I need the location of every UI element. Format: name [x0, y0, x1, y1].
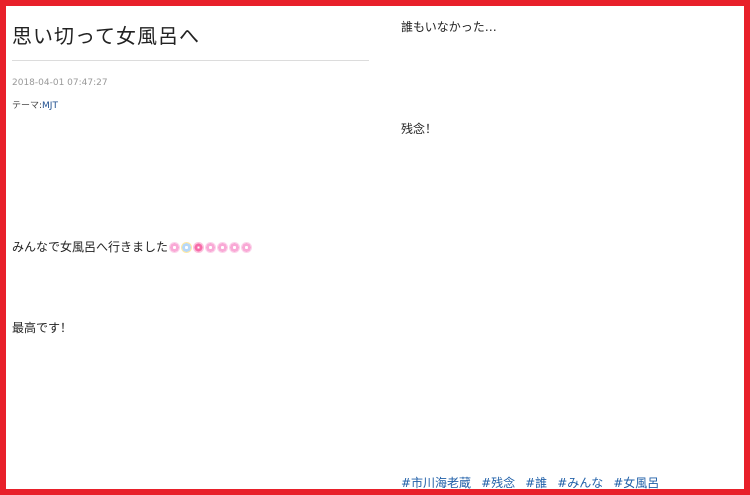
post-body-line-1: みんなで女風呂へ行きました	[12, 238, 253, 255]
post-date: 2018-04-01 07:47:27	[12, 78, 108, 88]
sparkle-emoji-icon	[181, 242, 193, 253]
hashtag-link[interactable]: #女風呂	[613, 474, 659, 489]
theme-link[interactable]: MJT	[42, 101, 58, 111]
flower-emoji-icon	[205, 242, 217, 253]
hashtag-link[interactable]: #誰	[525, 474, 547, 489]
flower-emoji-icon	[229, 242, 241, 253]
hashtag-link[interactable]: #市川海老蔵	[401, 474, 471, 489]
post-text-right-2: 残念！	[401, 122, 438, 136]
theme-label: テーマ:	[12, 101, 43, 111]
flower-emoji-icon	[241, 242, 253, 253]
theme-row: テーマ:MJT	[12, 98, 58, 111]
heart-emoji-icon	[193, 242, 205, 253]
hashtag-link[interactable]: #みんな	[557, 474, 603, 489]
post-body-line-2: 最高です！	[12, 321, 73, 335]
flower-emoji-icon	[169, 242, 181, 253]
decorative-emoji-row	[169, 242, 253, 253]
hashtag-list: #市川海老蔵 #残念 #誰 #みんな #女風呂	[401, 474, 659, 489]
post-text-1: みんなで女風呂へ行きました	[12, 240, 169, 254]
post-text-right-1: 誰もいなかった…	[401, 20, 497, 34]
page-frame: 思い切って女風呂へ 2018-04-01 07:47:27 テーマ:MJT みん…	[0, 0, 750, 495]
hashtag-link[interactable]: #残念	[481, 474, 515, 489]
flower-emoji-icon	[217, 242, 229, 253]
title-divider	[12, 60, 369, 61]
post-title: 思い切って女風呂へ	[12, 24, 200, 48]
